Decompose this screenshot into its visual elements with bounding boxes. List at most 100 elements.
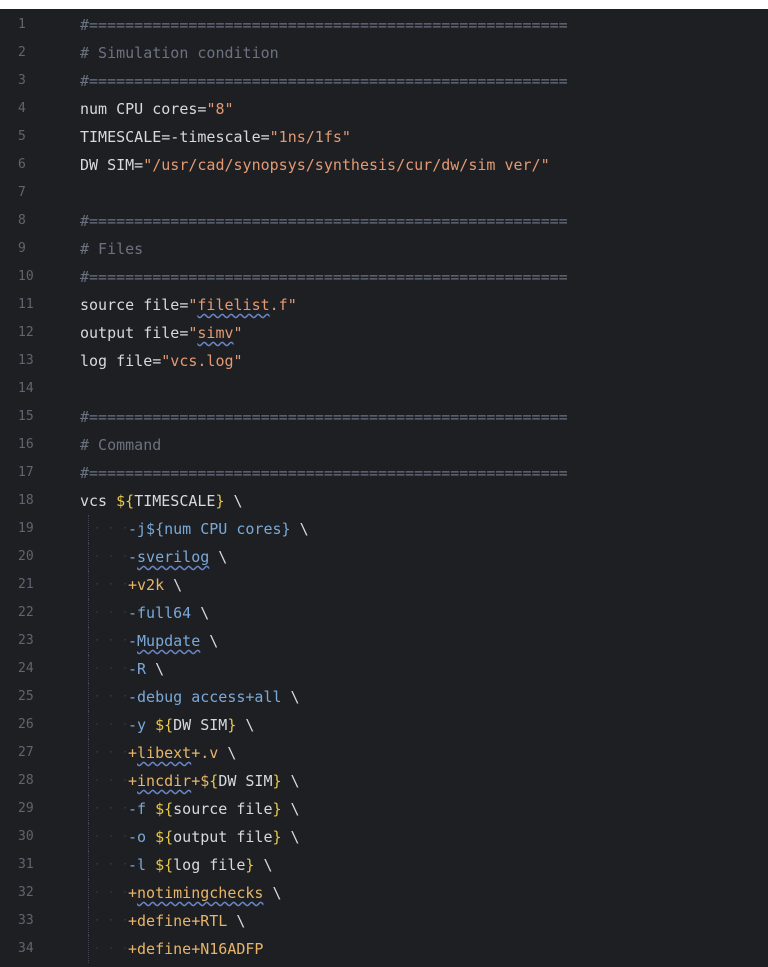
- code-token: -: [128, 632, 138, 650]
- code-line[interactable]: 13 log file="vcs.log": [0, 347, 768, 375]
- code-line[interactable]: 1 #======================================…: [0, 11, 768, 39]
- code-line[interactable]: 6 DW SIM="/usr/cad/synopsys/synthesis/cur…: [0, 151, 768, 179]
- code-token: -y: [128, 716, 156, 734]
- code-token: DW SIM: [173, 716, 228, 734]
- code-line[interactable]: 19 -j${num CPU cores} \: [0, 515, 768, 543]
- code-line[interactable]: 22 -full64 \: [0, 599, 768, 627]
- code-line[interactable]: 3 #======================================…: [0, 67, 768, 95]
- code-line[interactable]: 24 -R \: [0, 655, 768, 683]
- code-editor[interactable]: 1 #======================================…: [0, 9, 768, 967]
- code-token: # Simulation condition: [80, 44, 279, 62]
- line-number: 10: [18, 269, 34, 284]
- line-number: 23: [18, 633, 34, 648]
- code-token: +: [128, 744, 138, 762]
- code-line[interactable]: 9 # Files: [0, 235, 768, 263]
- code-token: \: [224, 492, 243, 510]
- indent-guide: [80, 739, 143, 767]
- code-text: +define+RTL \: [128, 907, 245, 935]
- code-text: #=======================================…: [80, 207, 568, 235]
- code-token: vcs: [80, 492, 117, 510]
- code-text: -R \: [128, 655, 164, 683]
- code-token: output file=: [80, 324, 189, 342]
- code-token: ${: [155, 856, 174, 874]
- indent-guide: [80, 907, 143, 935]
- code-token: {: [209, 772, 219, 790]
- code-token: # Command: [80, 436, 162, 454]
- code-line[interactable]: 33 +define+RTL \: [0, 907, 768, 935]
- code-text: #=======================================…: [80, 67, 568, 95]
- code-text: num CPU cores="8": [80, 95, 234, 123]
- code-text: -l ${log file} \: [128, 851, 273, 879]
- code-line[interactable]: 16 # Command: [0, 431, 768, 459]
- code-token: \: [281, 828, 300, 846]
- code-token: \: [164, 576, 183, 594]
- code-line[interactable]: 26 -y ${DW SIM} \: [0, 711, 768, 739]
- code-line[interactable]: 17 #=====================================…: [0, 459, 768, 487]
- code-text: #=======================================…: [80, 263, 568, 291]
- code-text: # Files: [80, 235, 143, 263]
- code-text: vcs ${TIMESCALE} \: [80, 487, 243, 515]
- code-line[interactable]: 20 -sverilog \: [0, 543, 768, 571]
- code-line[interactable]: 18 vcs ${TIMESCALE} \: [0, 487, 768, 515]
- code-token: #=======================================…: [80, 72, 568, 90]
- code-line[interactable]: 5 TIMESCALE=-timescale="1ns/1fs": [0, 123, 768, 151]
- code-text: DW SIM="/usr/cad/synopsys/synthesis/cur/…: [80, 151, 550, 179]
- code-line[interactable]: 29 -f ${source file} \: [0, 795, 768, 823]
- code-token: -o: [128, 828, 156, 846]
- code-text: #=======================================…: [80, 459, 568, 487]
- code-token: num CPU cores=: [80, 100, 207, 118]
- code-text: -debug access+all \: [128, 683, 300, 711]
- code-text: +libext+.v \: [128, 739, 236, 767]
- code-line[interactable]: 7: [0, 179, 768, 207]
- code-token: }: [272, 800, 282, 818]
- line-number: 33: [18, 913, 34, 928]
- line-number: 27: [18, 745, 34, 760]
- code-text: +v2k \: [128, 571, 182, 599]
- code-text: -sverilog \: [128, 543, 227, 571]
- line-number: 28: [18, 773, 34, 788]
- line-number: 16: [18, 437, 34, 452]
- code-line[interactable]: 14: [0, 375, 768, 403]
- indent-guide: [80, 851, 143, 879]
- code-token: +: [128, 884, 138, 902]
- code-line[interactable]: 32 +notimingchecks \: [0, 879, 768, 907]
- code-line[interactable]: 4 num CPU cores="8": [0, 95, 768, 123]
- indent-guide: [80, 935, 143, 963]
- code-token: \: [218, 744, 237, 762]
- code-line[interactable]: 28 +incdir+${DW SIM} \: [0, 767, 768, 795]
- code-token: #=======================================…: [80, 464, 568, 482]
- code-text: -full64 \: [128, 599, 209, 627]
- code-token: -: [128, 548, 138, 566]
- code-line[interactable]: 30 -o ${output file} \: [0, 823, 768, 851]
- code-line[interactable]: 15 #=====================================…: [0, 403, 768, 431]
- code-line[interactable]: 27 +libext+.v \: [0, 739, 768, 767]
- line-number: 6: [18, 157, 26, 172]
- code-line[interactable]: 25 -debug access+all \: [0, 683, 768, 711]
- code-text: -f ${source file} \: [128, 795, 300, 823]
- code-line[interactable]: 12 output file="simv": [0, 319, 768, 347]
- code-text: # Simulation condition: [80, 39, 279, 67]
- code-token: TIMESCALE: [134, 492, 216, 510]
- code-token: incdir: [137, 772, 192, 790]
- code-token: +v2k: [128, 576, 165, 594]
- code-token: ${: [155, 716, 174, 734]
- code-line[interactable]: 31 -l ${log file} \: [0, 851, 768, 879]
- line-number: 5: [18, 129, 26, 144]
- code-line[interactable]: 8 #======================================…: [0, 207, 768, 235]
- line-number: 3: [18, 73, 26, 88]
- line-number: 11: [18, 297, 34, 312]
- line-number: 25: [18, 689, 34, 704]
- code-line[interactable]: 10 #=====================================…: [0, 263, 768, 291]
- line-number: 22: [18, 605, 34, 620]
- code-token: "/usr/cad/synopsys/synthesis/cur/dw/sim …: [143, 156, 550, 174]
- code-line[interactable]: 11 source file="filelist.f": [0, 291, 768, 319]
- code-line[interactable]: 2 # Simulation condition: [0, 39, 768, 67]
- code-token: "8": [206, 100, 234, 118]
- code-line[interactable]: 23 -Mupdate \: [0, 627, 768, 655]
- indent-guide: [80, 543, 143, 571]
- code-line[interactable]: 21 +v2k \: [0, 571, 768, 599]
- code-token: \: [263, 884, 282, 902]
- line-number: 12: [18, 325, 34, 340]
- line-number: 9: [18, 241, 26, 256]
- code-line[interactable]: 34 +define+N16ADFP: [0, 935, 768, 963]
